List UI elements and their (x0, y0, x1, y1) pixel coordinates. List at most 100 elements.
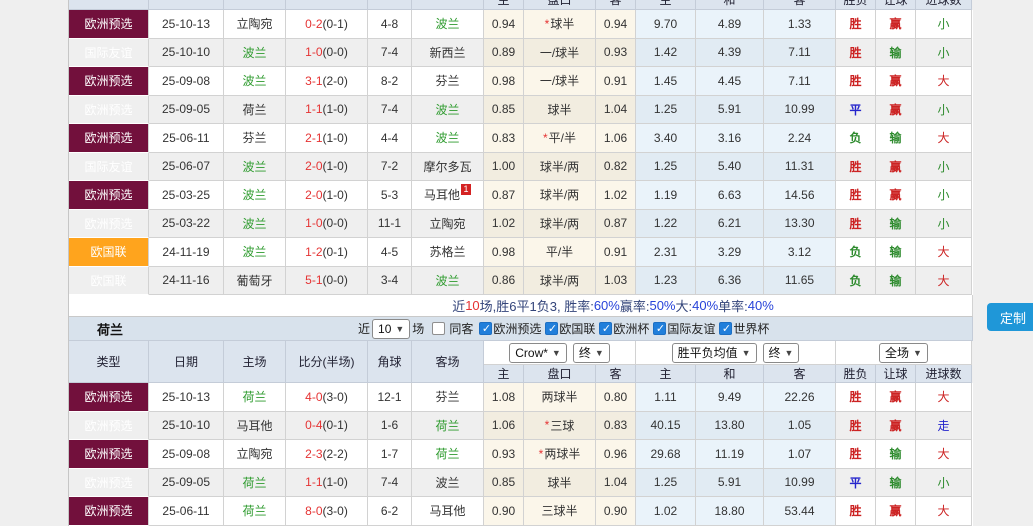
corner-count: 3-4 (368, 266, 412, 295)
draw-odds: 5.91 (696, 468, 764, 497)
handicap-line: 一/球半 (524, 38, 596, 67)
match-row: 欧洲预选 25-10-13 荷兰 4-0 (3-0) 12-1 芬兰 1.08 两球半 0.80 1… (69, 383, 973, 412)
draw-odds: 4.45 (696, 67, 764, 96)
score-cell: 2-0 (1-0) (286, 152, 368, 181)
win-odds: 9.70 (636, 10, 696, 39)
score-cell: 2-3 (2-2) (286, 440, 368, 469)
league-label: 欧洲预选 (493, 322, 542, 336)
fulltime-score: 1-2 (305, 244, 323, 259)
draw-odds: 4.89 (696, 10, 764, 39)
away-team-cell: 波兰 (412, 10, 484, 39)
header-handicap-away: 客 (596, 0, 636, 10)
header-lose-odds: 客 (764, 365, 836, 383)
handicap-line: * 两球半 (524, 440, 596, 469)
match-row: 国际友谊 25-06-07 波兰 2-0 (1-0) 7-2 摩尔多瓦 1.00 球半/两 0.8… (69, 152, 973, 181)
match-type-badge: 欧洲预选 (69, 10, 149, 39)
header-handicap-home: 主 (484, 365, 524, 383)
corner-count: 4-4 (368, 124, 412, 153)
team-name: 波兰 (242, 245, 267, 260)
header-away: 客场 (412, 341, 484, 383)
match-type-badge: 欧洲预选 (69, 497, 149, 526)
same-away-label: 同客 (449, 322, 474, 336)
team2-section: 荷兰 近 10 ▼ 场 同客 欧洲预选 欧国联 欧洲杯 国际友谊 世界杯 类型 日期 主… (68, 317, 973, 526)
match-date: 25-09-08 (149, 67, 224, 96)
corner-count: 7-4 (368, 468, 412, 497)
away-team-cell: 苏格兰 (412, 238, 484, 267)
win-odds: 1.25 (636, 468, 696, 497)
team-name: 荷兰 (435, 418, 460, 433)
corner-count: 8-2 (368, 67, 412, 96)
league-checkbox[interactable] (545, 322, 559, 335)
team-name: 芬兰 (435, 390, 460, 405)
win-odds: 1.11 (636, 383, 696, 412)
team-name: 荷兰 (242, 390, 267, 405)
average-time-select[interactable]: 终 ▼ (762, 342, 800, 363)
match-type-badge: 欧洲预选 (69, 124, 149, 153)
handicap-time-select[interactable]: 终 ▼ (572, 342, 610, 363)
match-row: 欧洲预选 25-03-22 波兰 1-0 (0-0) 11-1 立陶宛 1.02 球半/两 0.8… (69, 209, 973, 238)
fulltime-score: 2-0 (305, 159, 323, 174)
result-handicap: 赢 (876, 181, 916, 210)
win-odds: 1.45 (636, 67, 696, 96)
match-row: 欧洲预选 25-09-08 立陶宛 2-3 (2-2) 1-7 荷兰 0.93 * 两球半 0.96… (69, 440, 973, 469)
result-wdl: 胜 (836, 497, 876, 526)
result-goals: 小 (916, 95, 972, 124)
home-team-cell: 荷兰 (224, 497, 286, 526)
draw-odds: 5.91 (696, 95, 764, 124)
score-cell: 8-0 (3-0) (286, 497, 368, 526)
result-handicap: 输 (876, 238, 916, 267)
league-checkbox[interactable] (719, 322, 733, 335)
lose-odds: 7.11 (764, 38, 836, 67)
lose-odds: 2.24 (764, 124, 836, 153)
handicap-away-odds: 1.04 (596, 468, 636, 497)
match-date: 25-06-11 (149, 124, 224, 153)
table2-header: 类型 日期 主场 比分(半场) 角球 客场 Crow* ▼ 终 ▼ 胜平负均值 … (69, 341, 973, 383)
league-checkbox[interactable] (653, 322, 667, 335)
fulltime-score: 4-0 (305, 389, 323, 404)
result-goals: 小 (916, 181, 972, 210)
result-wdl: 胜 (836, 411, 876, 440)
team-name: 芬兰 (435, 74, 460, 89)
win-odds: 1.22 (636, 209, 696, 238)
header-handicap-result: 让球 (876, 0, 916, 10)
header-corner: 角球 (368, 341, 412, 383)
customize-button[interactable]: 定制 (987, 303, 1033, 331)
match-scope-select[interactable]: 全场 ▼ (879, 342, 928, 363)
average-odds-select[interactable]: 胜平负均值 ▼ (671, 342, 757, 363)
games-count-select[interactable]: 10 ▼ (372, 318, 411, 339)
halftime-score: (1-0) (322, 159, 348, 174)
team-name: 立陶宛 (236, 17, 273, 32)
result-wdl: 平 (836, 468, 876, 497)
handicap-home-odds: 1.08 (484, 383, 524, 412)
match-type-badge: 国际友谊 (69, 38, 149, 67)
odds-company-value: Crow* (515, 345, 548, 360)
team-name: 立陶宛 (236, 447, 273, 462)
result-handicap: 赢 (876, 411, 916, 440)
handicap-line: 球半/两 (524, 181, 596, 210)
away-team-cell: 荷兰 (412, 411, 484, 440)
handicap-home-odds: 0.98 (484, 238, 524, 267)
result-goals: 大 (916, 383, 972, 412)
match-row: 欧洲预选 25-09-08 波兰 3-1 (2-0) 8-2 芬兰 0.98 一/球半 0.91 1… (69, 67, 973, 96)
result-handicap: 输 (876, 266, 916, 295)
result-goals: 小 (916, 468, 972, 497)
header-result: 胜负 (836, 0, 876, 10)
odds-company-select[interactable]: Crow* ▼ (509, 342, 567, 363)
fulltime-score: 2-0 (305, 187, 323, 202)
win-odds: 1.25 (636, 152, 696, 181)
corner-count: 7-4 (368, 38, 412, 67)
league-checkbox[interactable] (479, 322, 493, 335)
team1-history-table: 主 盘口 客 主 和 客 胜负 让球 进球数 欧洲预选 25-10-13 立陶宛 0-… (68, 0, 973, 317)
draw-odds: 6.21 (696, 209, 764, 238)
team-name: 葡萄牙 (236, 273, 273, 288)
match-type-badge: 国际友谊 (69, 152, 149, 181)
halftime-score: (0-1) (322, 418, 348, 433)
lose-odds: 11.65 (764, 266, 836, 295)
same-away-checkbox[interactable] (432, 322, 446, 335)
corner-count: 4-8 (368, 10, 412, 39)
match-type-badge: 欧洲预选 (69, 411, 149, 440)
league-checkbox[interactable] (599, 322, 613, 335)
result-goals: 大 (916, 238, 972, 267)
near-label: 近 (358, 322, 371, 336)
section-title: 荷兰 (97, 322, 124, 337)
